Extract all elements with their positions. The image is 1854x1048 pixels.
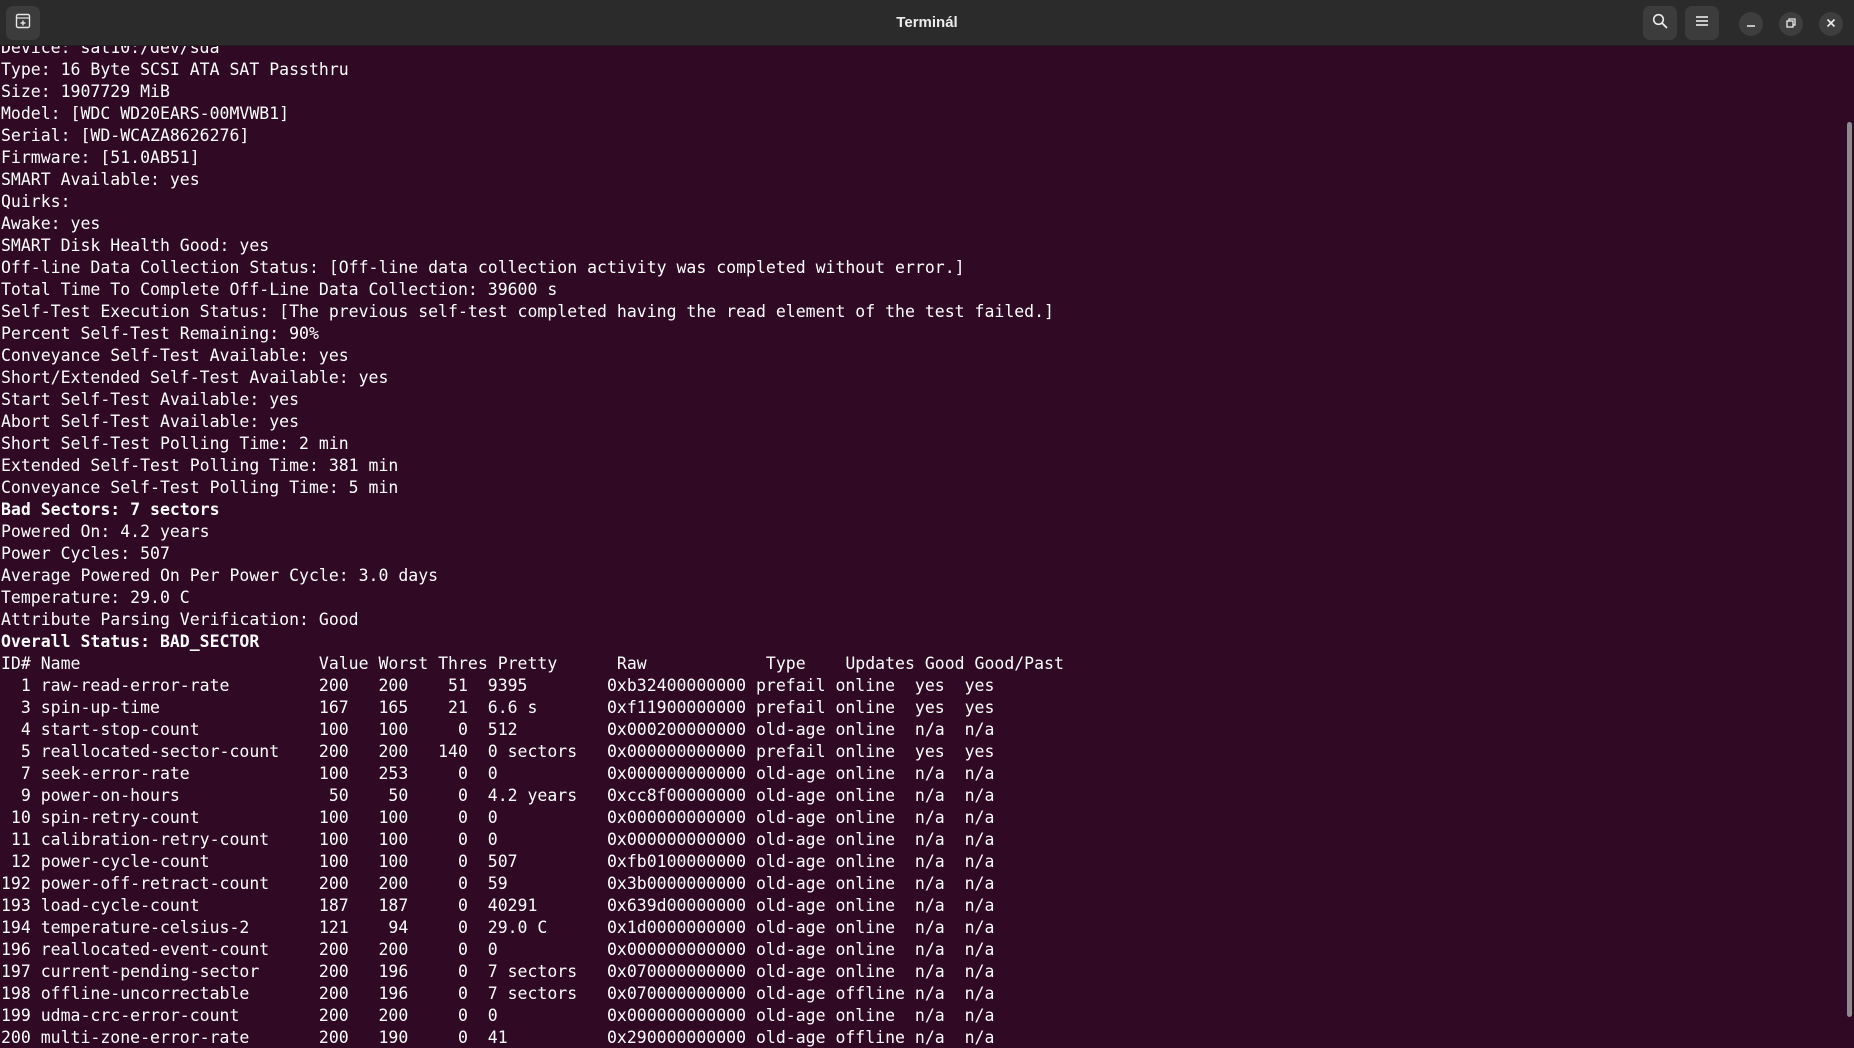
terminal-line: 197 current-pending-sector 200 196 0 7 s… xyxy=(1,962,995,981)
terminal-line: Total Time To Complete Off-Line Data Col… xyxy=(1,280,558,299)
terminal-line: 11 calibration-retry-count 100 100 0 0 0… xyxy=(1,830,995,849)
minimize-button[interactable] xyxy=(1739,12,1763,36)
terminal-line: 198 offline-uncorrectable 200 196 0 7 se… xyxy=(1,984,995,1003)
terminal-line: 12 power-cycle-count 100 100 0 507 0xfb0… xyxy=(1,852,995,871)
terminal-line: Bad Sectors: 7 sectors xyxy=(1,500,220,519)
terminal-line: 7 seek-error-rate 100 253 0 0 0x00000000… xyxy=(1,764,995,783)
search-icon xyxy=(1652,13,1668,34)
terminal-window: Terminál Device: sat10:/dev/sda Type: 16… xyxy=(0,0,1854,1048)
menu-button[interactable] xyxy=(1685,6,1719,40)
terminal-line: 1 raw-read-error-rate 200 200 51 9395 0x… xyxy=(1,676,995,695)
terminal-line: Abort Self-Test Available: yes xyxy=(1,412,300,431)
terminal-line: Serial: [WD-WCAZA8626276] xyxy=(1,126,250,145)
terminal-line: Awake: yes xyxy=(1,214,101,233)
terminal-line: Model: [WDC WD20EARS-00MVWB1] xyxy=(1,104,290,123)
terminal-line: Short Self-Test Polling Time: 2 min xyxy=(1,434,349,453)
terminal-line: Type: 16 Byte SCSI ATA SAT Passthru xyxy=(1,60,349,79)
maximize-button[interactable] xyxy=(1779,12,1803,36)
restore-icon xyxy=(1786,15,1796,33)
new-tab-button[interactable] xyxy=(6,6,40,40)
terminal-line: 10 spin-retry-count 100 100 0 0 0x000000… xyxy=(1,808,995,827)
minimize-icon xyxy=(1746,15,1756,33)
terminal-line: Temperature: 29.0 C xyxy=(1,588,190,607)
terminal-line: Overall Status: BAD_SECTOR xyxy=(1,632,260,651)
search-button[interactable] xyxy=(1643,6,1677,40)
close-button[interactable] xyxy=(1819,12,1843,36)
new-tab-icon xyxy=(15,13,31,34)
terminal-line: Percent Self-Test Remaining: 90% xyxy=(1,324,319,343)
terminal-line: Quirks: xyxy=(1,192,71,211)
terminal-line: Attribute Parsing Verification: Good xyxy=(1,610,359,629)
close-icon xyxy=(1826,15,1836,33)
terminal-line: 5 reallocated-sector-count 200 200 140 0… xyxy=(1,742,995,761)
terminal-line: 196 reallocated-event-count 200 200 0 0 … xyxy=(1,940,995,959)
terminal-line: SMART Disk Health Good: yes xyxy=(1,236,270,255)
terminal-line: Self-Test Execution Status: [The previou… xyxy=(1,302,1054,321)
terminal-line: 192 power-off-retract-count 200 200 0 59… xyxy=(1,874,995,893)
window-title: Terminál xyxy=(896,14,958,31)
title-bar[interactable]: Terminál xyxy=(0,0,1854,46)
terminal-line: Firmware: [51.0AB51] xyxy=(1,148,200,167)
terminal-line: SMART Available: yes xyxy=(1,170,200,189)
terminal-line: 4 start-stop-count 100 100 0 512 0x00020… xyxy=(1,720,995,739)
terminal-output[interactable]: Device: sat10:/dev/sda Type: 16 Byte SCSI… xyxy=(0,46,1840,1048)
terminal-line: Short/Extended Self-Test Available: yes xyxy=(1,368,389,387)
terminal-line: Size: 1907729 MiB xyxy=(1,82,170,101)
terminal-line: ID# Name Value Worst Thres Pretty Raw Ty… xyxy=(1,654,1064,673)
terminal-line: Conveyance Self-Test Polling Time: 5 min xyxy=(1,478,399,497)
terminal-scrollbar[interactable] xyxy=(1847,122,1852,1017)
terminal-line: 194 temperature-celsius-2 121 94 0 29.0 … xyxy=(1,918,995,937)
terminal-line: 9 power-on-hours 50 50 0 4.2 years 0xcc8… xyxy=(1,786,995,805)
terminal-line: Start Self-Test Available: yes xyxy=(1,390,300,409)
terminal-line: Conveyance Self-Test Available: yes xyxy=(1,346,349,365)
terminal-line: Device: sat10:/dev/sda xyxy=(1,46,220,57)
terminal-line: Extended Self-Test Polling Time: 381 min xyxy=(1,456,399,475)
terminal-line: Power Cycles: 507 xyxy=(1,544,170,563)
terminal-line: Off-line Data Collection Status: [Off-li… xyxy=(1,258,965,277)
terminal-line: 199 udma-crc-error-count 200 200 0 0 0x0… xyxy=(1,1006,995,1025)
terminal-line: 200 multi-zone-error-rate 200 190 0 41 0… xyxy=(1,1028,995,1047)
terminal-line: 3 spin-up-time 167 165 21 6.6 s 0xf11900… xyxy=(1,698,995,717)
terminal-line: Average Powered On Per Power Cycle: 3.0 … xyxy=(1,566,439,585)
terminal-line: 193 load-cycle-count 187 187 0 40291 0x6… xyxy=(1,896,995,915)
terminal-lines: Device: sat10:/dev/sda Type: 16 Byte SCSI… xyxy=(1,46,1064,1048)
hamburger-menu-icon xyxy=(1695,14,1709,33)
terminal-line: Powered On: 4.2 years xyxy=(1,522,210,541)
